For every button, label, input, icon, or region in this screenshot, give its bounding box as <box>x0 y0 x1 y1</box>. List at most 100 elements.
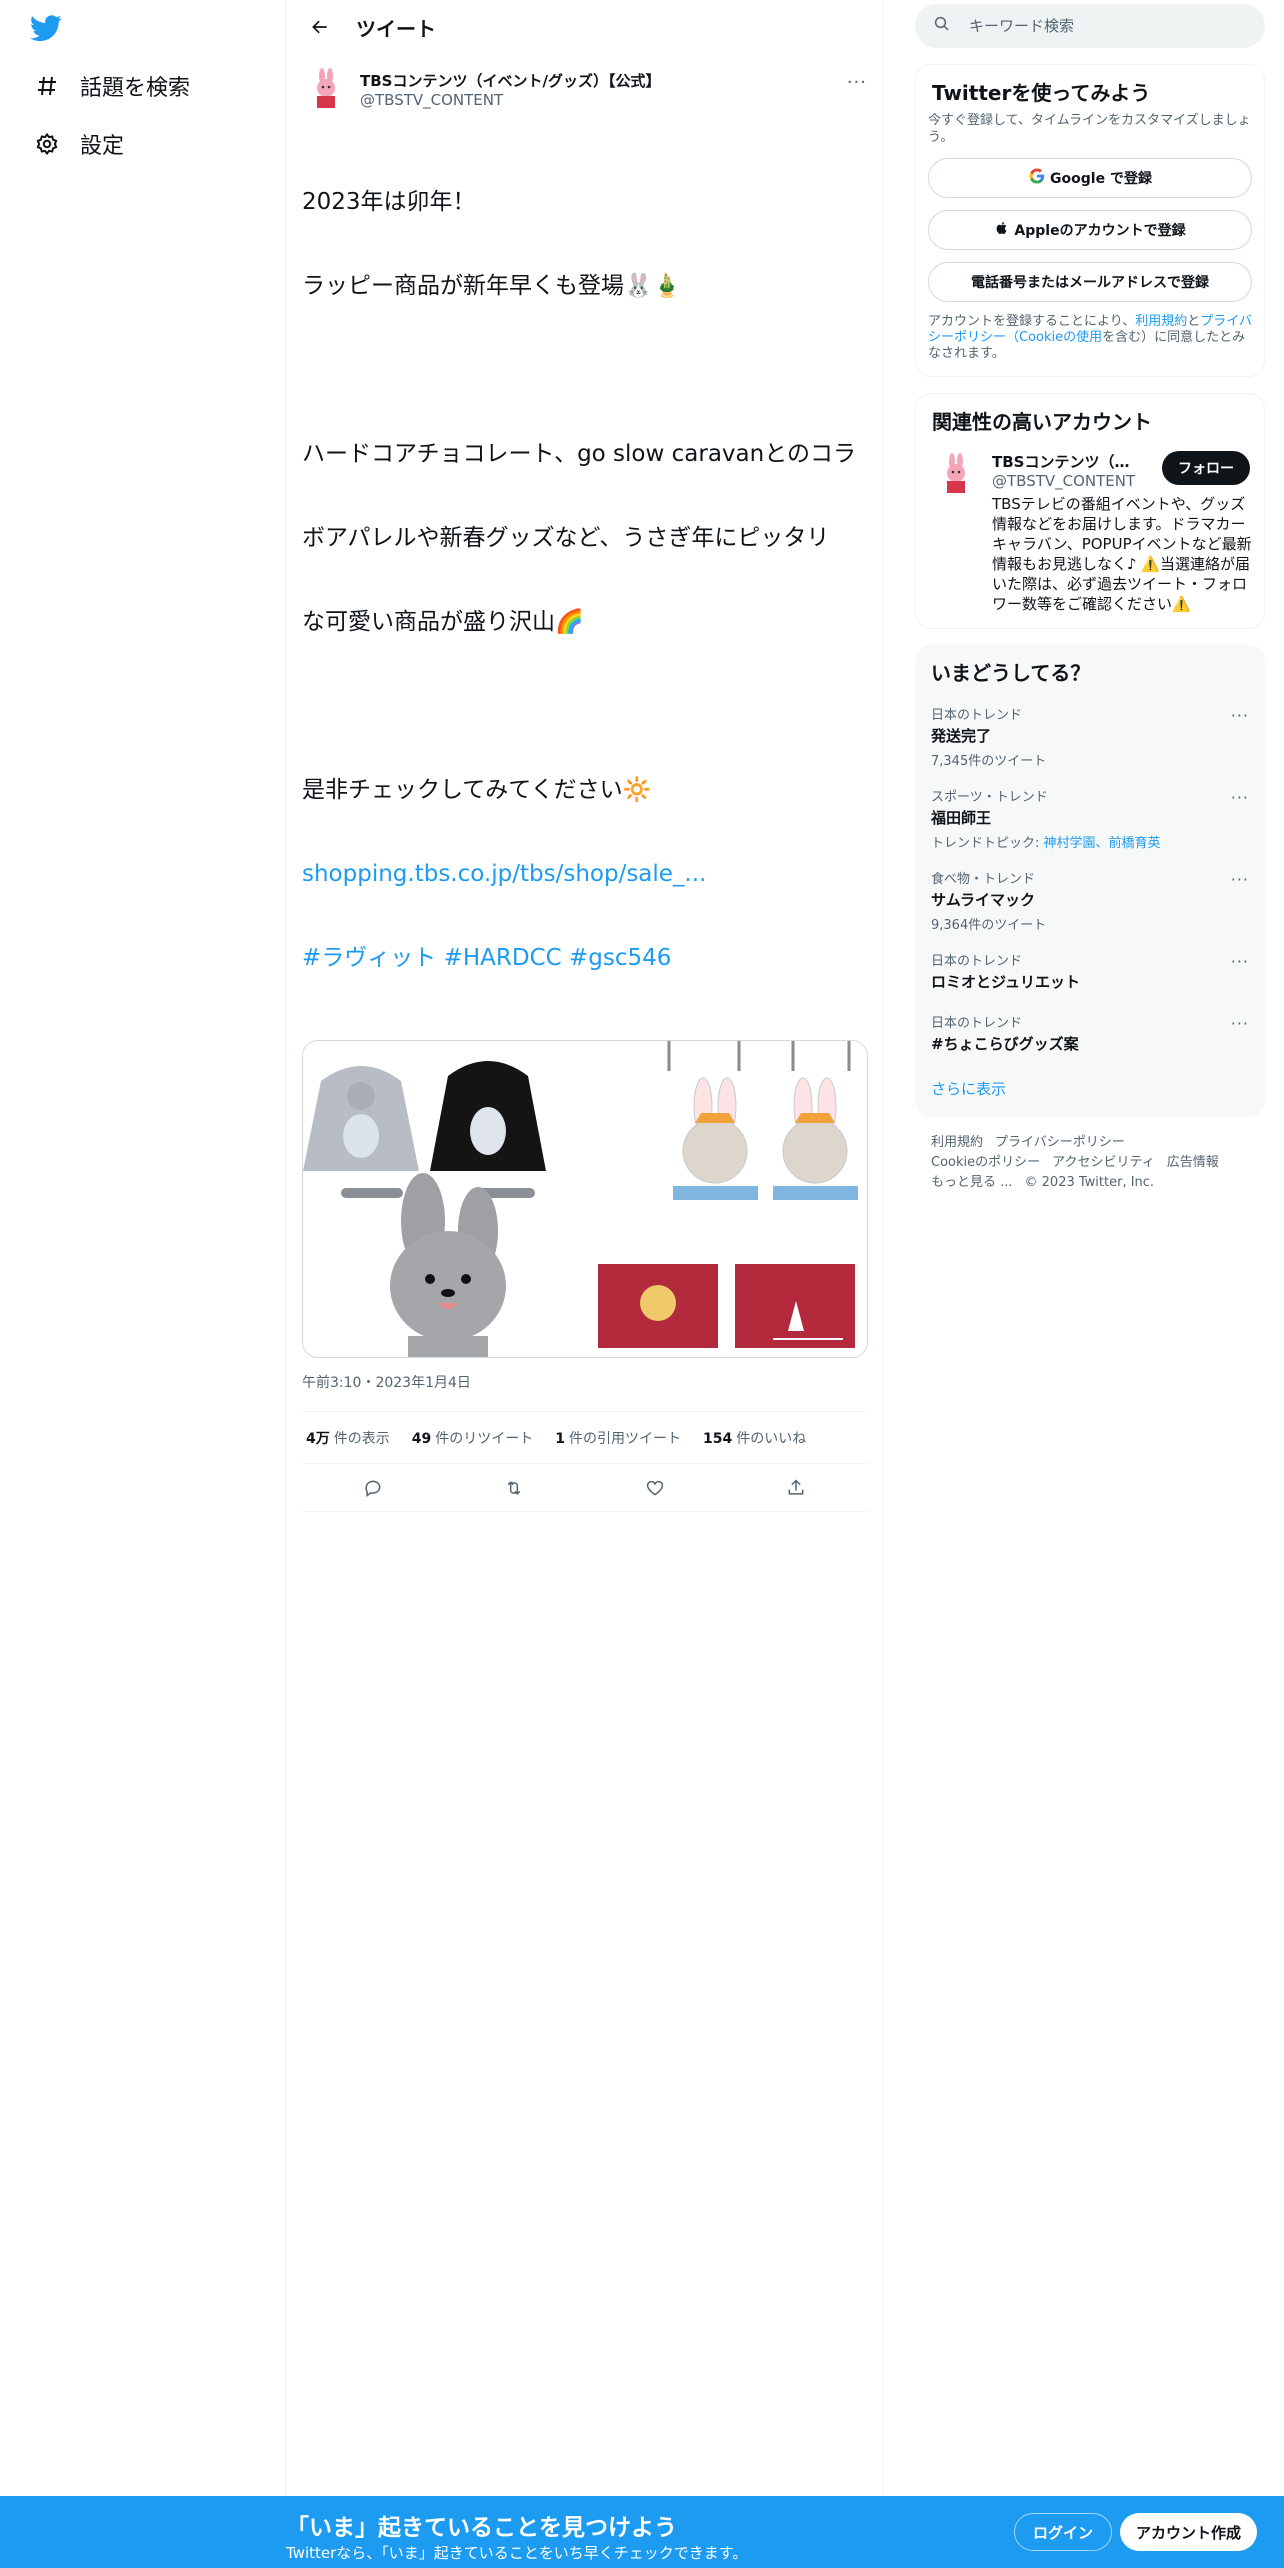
quotes-stat[interactable]: 1 件の引用ツイート <box>555 1428 681 1448</box>
tweet-text-line <box>302 692 867 720</box>
avatar[interactable] <box>302 66 350 114</box>
retweets-stat[interactable]: 49 件のリツイート <box>412 1428 533 1448</box>
likes-count: 154 <box>702 1430 733 1447</box>
phone-email-signup-button[interactable]: 電話番号またはメールアドレスで登録 <box>928 262 1252 302</box>
trend-name: サムライマック <box>931 891 1035 909</box>
more-options-icon[interactable]: ··· <box>1231 952 1249 971</box>
tweet-text-line: ハードコアチョコレート、go slow caravanとのコラ <box>302 441 856 467</box>
more-options-icon[interactable]: ··· <box>1231 788 1249 807</box>
signup-description: 今すぐ登録して、タイムラインをカスタマイズしましょう。 <box>928 113 1251 145</box>
trend-category: 日本のトレンド <box>931 954 1023 969</box>
main-column: ツイート TBSコンテンツ（イベント/グッズ）【公式】 @TBSTV_CONTE… <box>286 0 884 2496</box>
trends-title: いまどうしてる？ <box>931 661 1091 685</box>
tweet-stats: 4万 件の表示 49 件のリツイート 1 件の引用ツイート 154 件のいいね <box>302 1412 867 1464</box>
retweet-icon[interactable] <box>496 1470 532 1506</box>
trend-item[interactable]: 食べ物・トレンド サムライマック 9,364件のツイート ··· <box>915 858 1265 940</box>
trend-item[interactable]: 日本のトレンド 発送完了 7,345件のツイート ··· <box>915 694 1265 776</box>
search-box[interactable] <box>915 4 1265 48</box>
retweets-label: 件のリツイート <box>435 1430 534 1447</box>
more-options-icon[interactable]: ··· <box>1231 706 1249 725</box>
author-name[interactable]: TBSコンテンツ（イベント/グッズ）【公式】 <box>360 72 660 91</box>
search-input[interactable] <box>969 17 1229 35</box>
trend-topic-link[interactable]: 神村学園、前橋育英 <box>1044 836 1161 851</box>
trend-item[interactable]: スポーツ・トレンド 福田師王 トレンドトピック: 神村学園、前橋育英 ··· <box>915 776 1265 858</box>
nav-explore[interactable]: 話題を検索 <box>34 66 190 106</box>
quotes-count: 1 <box>555 1430 565 1447</box>
create-account-button[interactable]: アカウント作成 <box>1120 2513 1258 2551</box>
trend-name: ロミオとジュリエット <box>931 973 1080 991</box>
trend-count: 7,345件のツイート <box>931 754 1047 769</box>
google-signup-label: Google で登録 <box>1050 171 1152 187</box>
views-count: 4万 <box>306 1430 330 1447</box>
tweet-hashtags[interactable]: #ラヴィット #HARDCC #gsc546 <box>302 944 867 972</box>
tweet-text-line: ラッピー商品が新年早くも登場🐰🎍 <box>302 273 682 299</box>
trend-item[interactable]: 日本のトレンド ロミオとジュリエット ··· <box>915 940 1265 1002</box>
tweet-text-line: 是非チェックしてみてください🔆 <box>302 777 652 803</box>
tweet-author: TBSコンテンツ（イベント/グッズ）【公式】 @TBSTV_CONTENT ··… <box>302 66 867 118</box>
page-header: ツイート <box>286 0 883 54</box>
footer-accessibility-link[interactable]: アクセシビリティ <box>1052 1155 1155 1170</box>
footer-terms-link[interactable]: 利用規約 <box>931 1135 983 1150</box>
likes-stat[interactable]: 154 件のいいね <box>703 1428 806 1448</box>
footer-links: 利用規約 プライバシーポリシー Cookieのポリシー アクセシビリティ 広告情報 も… <box>915 1117 1265 1209</box>
apple-signup-button[interactable]: Appleのアカウントで登録 <box>928 210 1252 250</box>
page-title: ツイート <box>356 16 436 41</box>
terms-link[interactable]: 利用規約 <box>1135 314 1187 329</box>
trend-item[interactable]: 日本のトレンド #ちょこらびグッズ案 ··· <box>915 1002 1265 1064</box>
views-stat[interactable]: 4万 件の表示 <box>306 1428 390 1448</box>
trend-name: 発送完了 <box>931 727 992 745</box>
trend-name: 福田師王 <box>931 809 992 827</box>
more-options-icon[interactable]: ··· <box>1231 1014 1249 1033</box>
trends-card: いまどうしてる？ 日本のトレンド 発送完了 7,345件のツイート ··· スポ… <box>915 645 1265 1117</box>
tweet-text-line: な可愛い商品が盛り沢山🌈 <box>302 609 584 635</box>
gear-icon <box>34 131 60 157</box>
search-icon <box>933 15 951 37</box>
tweet-link[interactable]: shopping.tbs.co.jp/tbs/shop/sale_... <box>302 860 867 888</box>
terms-prefix: アカウントを登録することにより、 <box>928 314 1136 329</box>
share-icon[interactable] <box>778 1470 814 1506</box>
footer-privacy-link[interactable]: プライバシーポリシー <box>995 1135 1125 1150</box>
back-arrow-icon[interactable] <box>302 9 338 45</box>
google-signup-button[interactable]: Google で登録 <box>928 158 1252 198</box>
related-account-bio: TBSテレビの番組イベントや、グッズ情報などをお届けします。ドラマカーキャラバン… <box>992 495 1252 613</box>
tweet-text: 2023年は卯年！ ラッピー商品が新年早くも登場🐰🎍 ハードコアチョコレート、g… <box>302 132 867 1028</box>
bottom-signup-bar: 「いま」起きていることを見つけよう Twitterなら、「いま」起きていることを… <box>0 2496 1284 2568</box>
footer-copyright: © 2023 Twitter, Inc. <box>1024 1175 1155 1190</box>
related-account-name[interactable]: TBSコンテンツ（イベント/グッズ）【公式】 <box>992 451 1142 472</box>
views-label: 件の表示 <box>333 1430 390 1447</box>
twitter-logo-icon[interactable] <box>30 12 66 48</box>
bottom-bar-title: 「いま」起きていることを見つけよう <box>286 2515 677 2541</box>
avatar[interactable] <box>932 451 980 499</box>
right-sidebar: Twitterを使ってみよう 今すぐ登録して、タイムラインをカスタマイズしましょ… <box>915 0 1265 1209</box>
footer-more-link[interactable]: もっと見る ... <box>931 1175 1013 1190</box>
footer-ads-link[interactable]: 広告情報 <box>1167 1155 1219 1170</box>
likes-label: 件のいいね <box>736 1430 807 1447</box>
tweet-actions <box>302 1464 867 1512</box>
tweet-text-line: 2023年は卯年！ <box>302 189 476 215</box>
nav-settings-label: 設定 <box>80 134 125 159</box>
nav-settings[interactable]: 設定 <box>34 124 124 164</box>
show-more-link[interactable]: さらに表示 <box>915 1064 1265 1117</box>
trend-topic-prefix: トレンドトピック: <box>931 836 1044 851</box>
login-button[interactable]: ログイン <box>1014 2513 1113 2551</box>
related-account[interactable]: TBSコンテンツ（イベント/グッズ）【公式】 @TBSTV_CONTENT TB… <box>916 435 1264 628</box>
more-options-icon[interactable]: ··· <box>847 72 867 93</box>
trend-category: スポーツ・トレンド <box>931 790 1048 805</box>
left-navigation: 話題を検索 設定 <box>0 0 286 2496</box>
author-handle[interactable]: @TBSTV_CONTENT <box>360 91 660 110</box>
tweet: TBSコンテンツ（イベント/グッズ）【公式】 @TBSTV_CONTENT ··… <box>286 54 883 1512</box>
signup-terms: アカウントを登録することにより、利用規約とプライバシーポリシー（Cookieの使… <box>916 302 1264 376</box>
follow-button[interactable]: フォロー <box>1162 451 1250 485</box>
apple-icon <box>994 220 1010 240</box>
more-options-icon[interactable]: ··· <box>1231 870 1249 889</box>
footer-cookie-link[interactable]: Cookieのポリシー <box>931 1155 1040 1170</box>
like-icon[interactable] <box>637 1470 673 1506</box>
tweet-timestamp[interactable]: 午前3:10・2023年1月4日 <box>302 1372 867 1412</box>
related-title: 関連性の高いアカウント <box>932 410 1152 434</box>
tweet-media-image[interactable] <box>302 1040 868 1358</box>
reply-icon[interactable] <box>355 1470 391 1506</box>
trend-count: 9,364件のツイート <box>931 918 1047 933</box>
signup-title: Twitterを使ってみよう <box>932 81 1151 105</box>
apple-signup-label: Appleのアカウントで登録 <box>1014 223 1186 239</box>
phone-email-signup-label: 電話番号またはメールアドレスで登録 <box>971 275 1209 291</box>
